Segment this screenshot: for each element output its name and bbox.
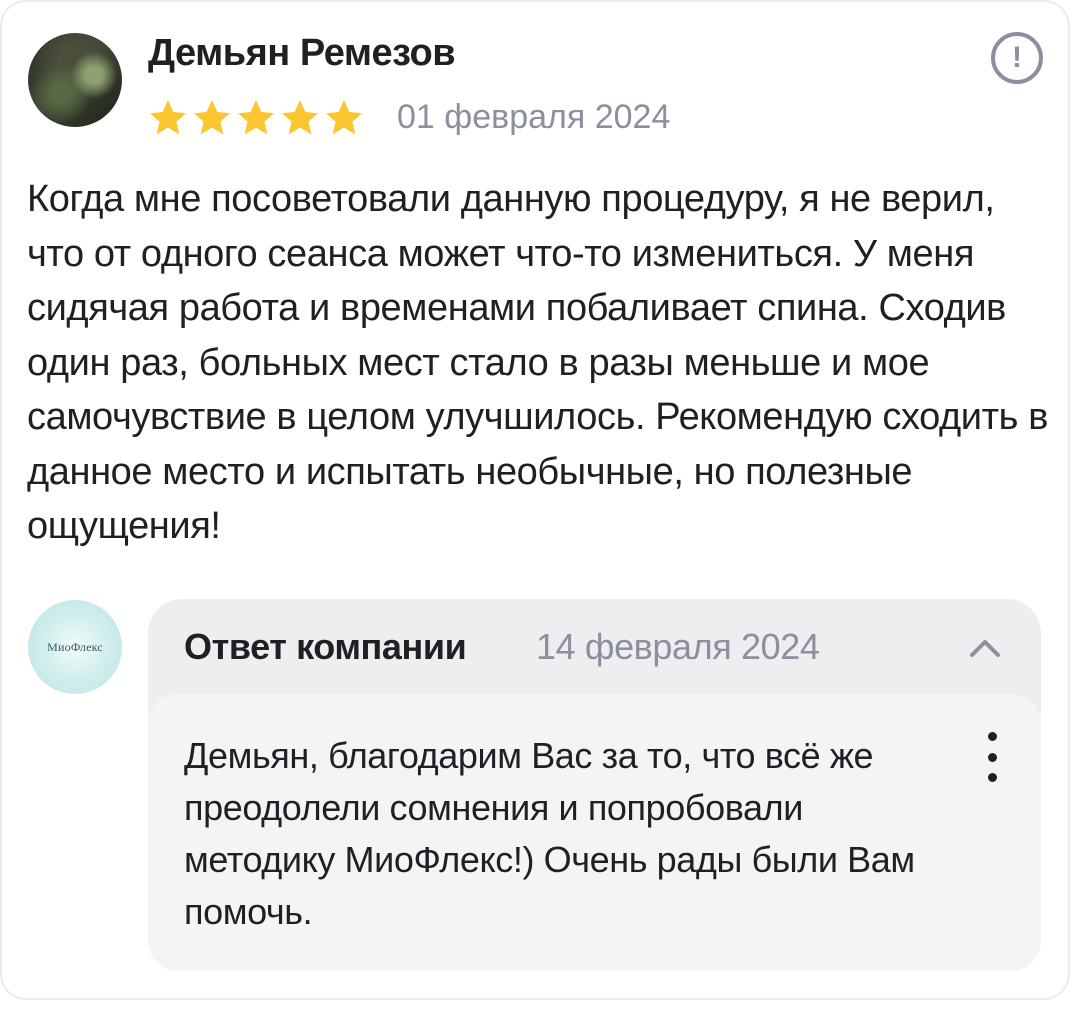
review-date: 01 февраля 2024 bbox=[397, 98, 671, 136]
exclamation-circle-icon[interactable]: ! bbox=[991, 32, 1043, 84]
company-logo: МиоФлекс bbox=[47, 639, 103, 654]
review-card: Демьян Ремезов 01 февраля 2024 ! Когда м… bbox=[0, 0, 1070, 1000]
star-icon bbox=[238, 100, 274, 135]
review-text: Когда мне посоветовали данную процедуру,… bbox=[27, 178, 1048, 547]
reply-date: 14 февраля 2024 bbox=[536, 626, 820, 667]
author-avatar[interactable] bbox=[28, 33, 122, 127]
star-icon bbox=[326, 100, 362, 135]
star-icon bbox=[194, 100, 230, 135]
dot bbox=[987, 732, 997, 741]
company-avatar[interactable]: МиоФлекс bbox=[28, 600, 122, 694]
reply-title: Ответ компании bbox=[184, 626, 467, 667]
company-reply: Ответ компании 14 февраля 2024 Демьян, б… bbox=[148, 599, 1041, 971]
star-icon bbox=[282, 100, 318, 135]
dot bbox=[987, 773, 997, 782]
reply-body: Демьян, благодарим Вас за то, что всё же… bbox=[148, 694, 1041, 971]
dot bbox=[987, 752, 997, 762]
author-name[interactable]: Демьян Ремезов bbox=[148, 32, 456, 75]
vertical-dots-icon[interactable] bbox=[980, 732, 1004, 782]
star-icon bbox=[150, 100, 186, 135]
rating-stars bbox=[147, 97, 365, 139]
chevron-up-icon[interactable] bbox=[968, 635, 1002, 659]
reply-text: Демьян, благодарим Вас за то, что всё же… bbox=[184, 735, 915, 932]
